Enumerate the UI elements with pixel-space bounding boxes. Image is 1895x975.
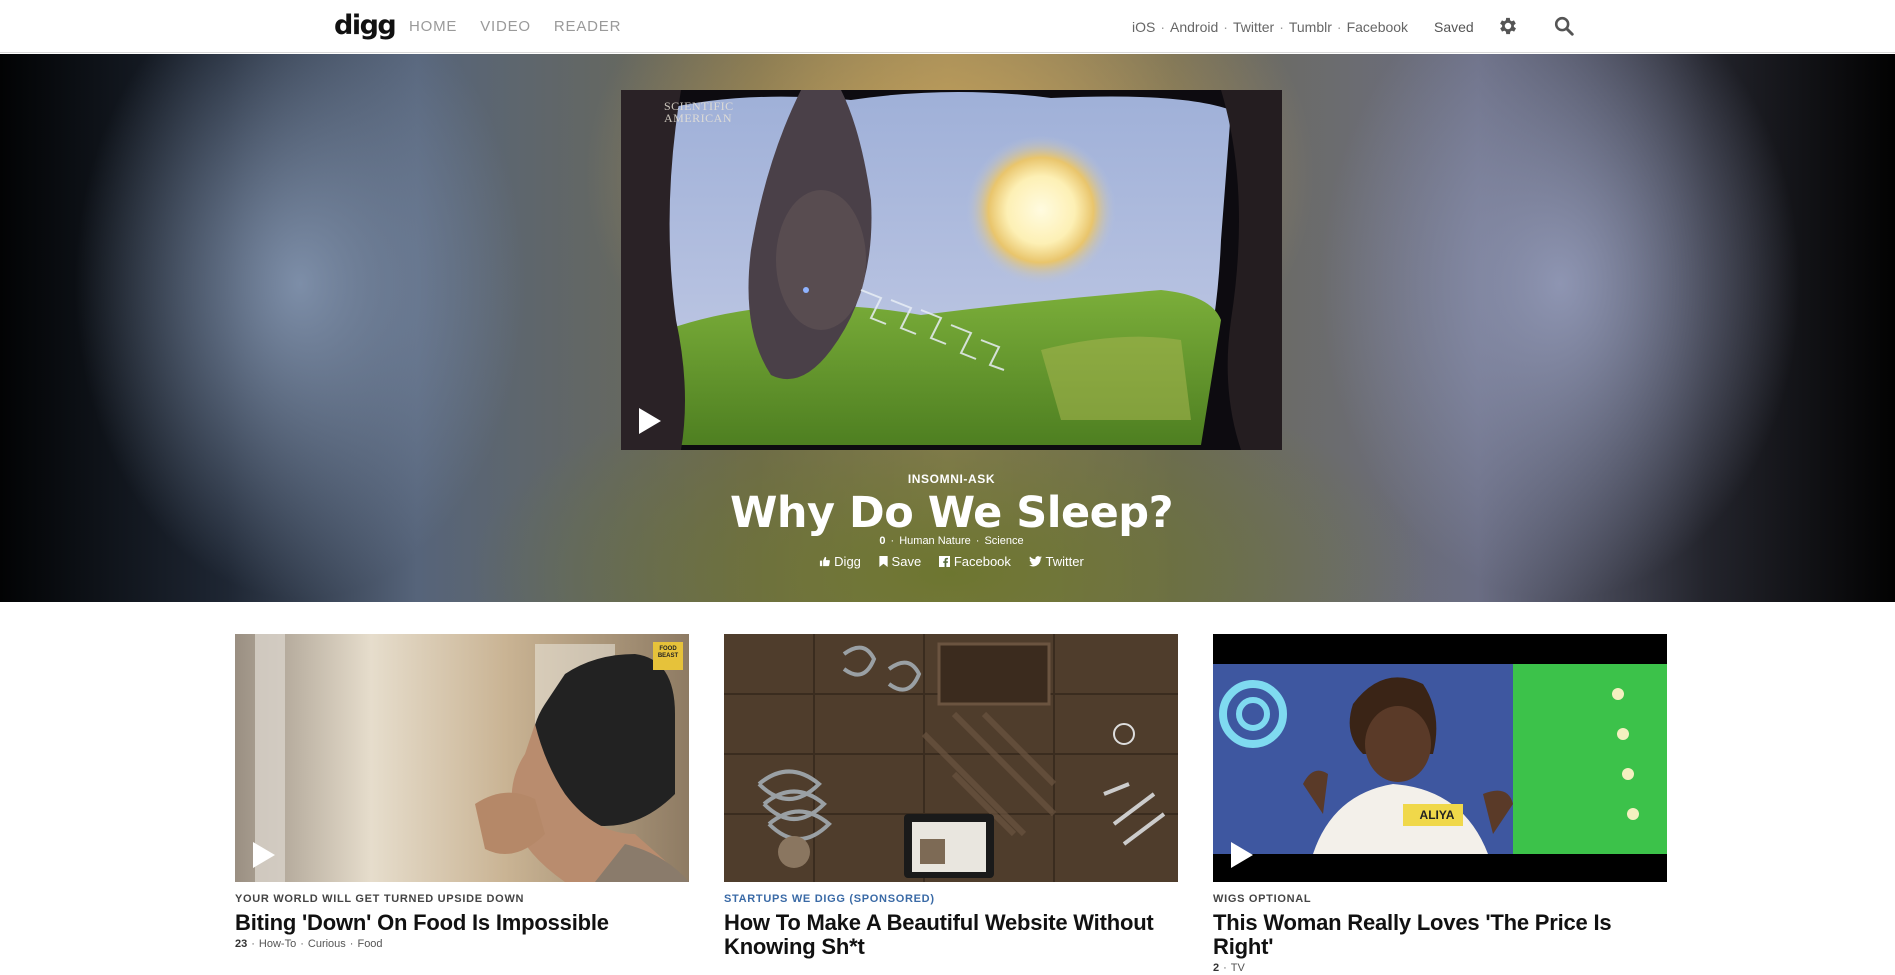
scientific-american-watermark: SCIENTIFIC AMERICAN <box>664 100 734 124</box>
gear-icon[interactable] <box>1497 15 1519 37</box>
nav-reader-link[interactable]: READER <box>554 18 621 36</box>
facebook-share-label: Facebook <box>953 554 1011 569</box>
story-thumbnail[interactable] <box>724 634 1178 882</box>
ios-link[interactable]: iOS <box>1132 19 1155 35</box>
story-image <box>1213 634 1667 882</box>
story-card: STARTUPS WE DIGG (SPONSORED) How To Make… <box>724 634 1178 959</box>
saved-link[interactable]: Saved <box>1434 19 1474 36</box>
hero-video-frame <box>621 90 1282 450</box>
digg-logo[interactable]: digg <box>334 10 397 42</box>
nav-home-link[interactable]: HOME <box>409 18 457 36</box>
facebook-icon <box>938 556 950 567</box>
hero-video-player[interactable]: SCIENTIFIC AMERICAN <box>621 90 1282 450</box>
story-kicker: YOUR WORLD WILL GET TURNED UPSIDE DOWN <box>235 893 525 905</box>
digg-count: 2 <box>1213 962 1220 974</box>
digg-button[interactable]: Digg <box>819 554 861 569</box>
story-card: FOOD BEAST YOUR WORLD WILL GET TURNED UP… <box>235 634 689 951</box>
android-link[interactable]: Android <box>1170 19 1218 35</box>
twitter-icon <box>1028 556 1042 567</box>
bookmark-icon <box>878 556 888 567</box>
story-meta: 2 · TV <box>1213 962 1245 974</box>
play-icon[interactable] <box>1231 842 1253 868</box>
facebook-share-button[interactable]: Facebook <box>938 554 1011 569</box>
twitter-share-button[interactable]: Twitter <box>1028 554 1084 569</box>
tag-link[interactable]: Human Nature <box>899 535 971 547</box>
digg-count: 0 <box>879 535 886 547</box>
play-icon[interactable] <box>639 408 661 434</box>
save-button[interactable]: Save <box>878 554 922 569</box>
tag-link[interactable]: Science <box>984 535 1023 547</box>
shirt-text: ALIYA <box>1419 808 1455 822</box>
hero-section: SCIENTIFIC AMERICAN INSOMNI-ASK Why Do W… <box>0 54 1895 602</box>
story-image <box>724 634 1178 882</box>
hero-meta: 0 · Human Nature · Science <box>879 535 1024 547</box>
story-title[interactable]: How To Make A Beautiful Website Without … <box>724 911 1178 959</box>
foodbeast-badge: FOOD BEAST <box>657 646 679 659</box>
save-button-label: Save <box>891 554 922 569</box>
thumbs-up-icon <box>820 556 831 567</box>
story-kicker: WIGS OPTIONAL <box>1213 893 1312 905</box>
twitter-share-label: Twitter <box>1045 554 1084 569</box>
story-card: ALIYA WIGS OPTIONAL This Woman Really Lo… <box>1213 634 1667 975</box>
twitter-link[interactable]: Twitter <box>1233 19 1274 35</box>
facebook-link[interactable]: Facebook <box>1347 19 1408 35</box>
play-icon[interactable] <box>253 842 275 868</box>
story-kicker: STARTUPS WE DIGG (SPONSORED) <box>724 893 935 905</box>
digg-count: 23 <box>235 938 248 950</box>
story-title[interactable]: Biting 'Down' On Food Is Impossible <box>235 911 689 935</box>
top-nav: digg HOME VIDEO READER iOS · Android · Twitt… <box>0 0 1895 53</box>
search-icon[interactable] <box>1553 15 1575 37</box>
story-title[interactable]: This Woman Really Loves 'The Price Is Ri… <box>1213 911 1667 959</box>
digg-button-label: Digg <box>834 554 861 569</box>
social-links: iOS · Android · Twitter · Tumblr · Facebook <box>1132 19 1409 35</box>
main-nav: HOME VIDEO READER <box>409 18 644 36</box>
hero-title[interactable]: Why Do We Sleep? <box>0 483 1895 543</box>
tag-link[interactable]: How-To <box>259 938 296 950</box>
tumblr-link[interactable]: Tumblr <box>1289 19 1332 35</box>
watermark-line-2: AMERICAN <box>664 111 733 125</box>
tag-link[interactable]: TV <box>1231 962 1245 974</box>
tag-link[interactable]: Food <box>357 938 382 950</box>
story-thumbnail[interactable]: FOOD BEAST <box>235 634 689 882</box>
story-image <box>235 634 689 882</box>
hero-actions: Digg Save Facebook Twitter <box>0 554 1895 570</box>
tag-link[interactable]: Curious <box>308 938 346 950</box>
nav-video-link[interactable]: VIDEO <box>480 18 531 36</box>
story-thumbnail[interactable]: ALIYA <box>1213 634 1667 882</box>
